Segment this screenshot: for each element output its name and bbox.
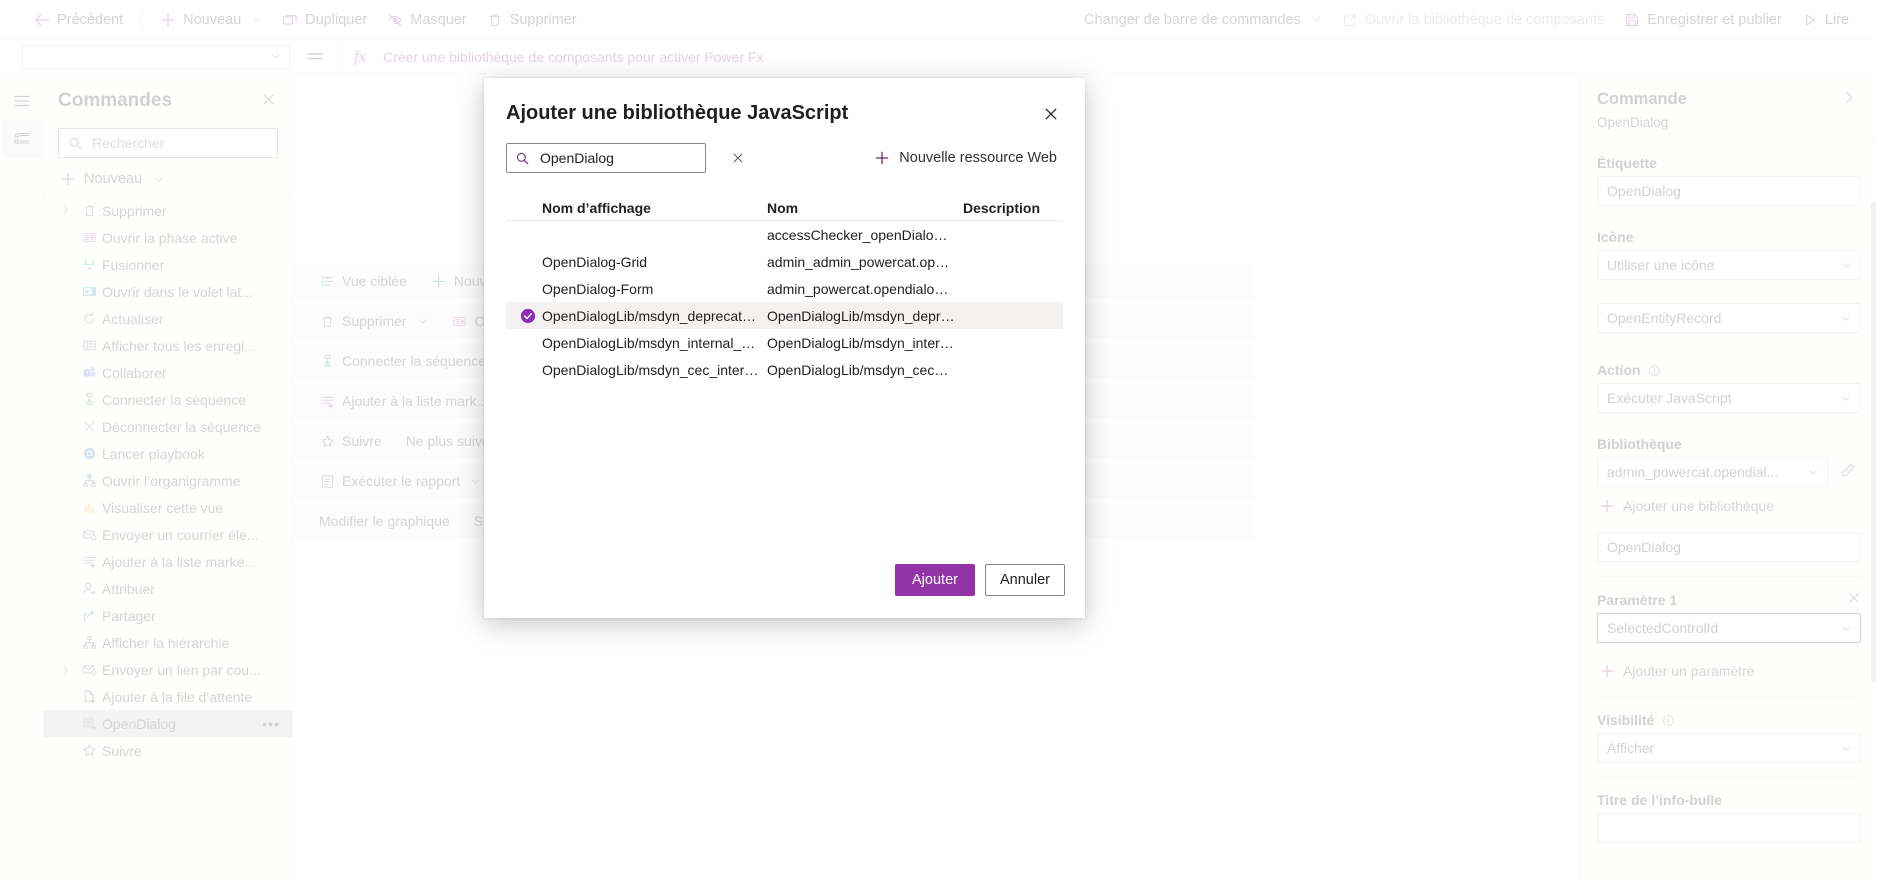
table-header-row: Nom d’affichage Nom Description [506, 195, 1063, 221]
row-selected-check-icon[interactable] [506, 308, 542, 324]
table-row[interactable]: accessChecker_openDialog.js [506, 221, 1063, 248]
cell-display-name: OpenDialogLib/msdyn_deprecated_int... [542, 307, 767, 324]
cell-name: admin_admin_powercat.opendial... [767, 253, 963, 270]
plus-icon [874, 150, 890, 166]
cell-display-name: OpenDialogLib/msdyn_internal_openD... [542, 334, 767, 351]
table-row[interactable]: OpenDialog-Form admin_powercat.opendialog… [506, 275, 1063, 302]
column-header-display-name: Nom d’affichage [542, 199, 651, 216]
cell-name: OpenDialogLib/msdyn_cec_inter... [767, 361, 963, 378]
clear-search-icon[interactable] [731, 151, 745, 165]
web-resources-table: Nom d’affichage Nom Description accessCh… [506, 195, 1063, 564]
dialog-search-input[interactable] [538, 149, 723, 167]
table-row[interactable]: OpenDialogLib/msdyn_deprecated_int... Ope… [506, 302, 1063, 329]
dialog-title: Ajouter une bibliothèque JavaScript [506, 102, 849, 124]
cell-name: OpenDialogLib/msdyn_deprecat... [767, 307, 963, 324]
dialog-search-box[interactable] [506, 143, 743, 173]
dialog-footer: Ajouter Annuler [484, 564, 1085, 618]
cancel-button[interactable]: Annuler [985, 564, 1065, 596]
cell-name: OpenDialogLib/msdyn_internal_... [767, 334, 963, 351]
table-row[interactable]: OpenDialogLib/msdyn_internal_openD...Ope… [506, 329, 1063, 356]
add-button[interactable]: Ajouter [895, 564, 975, 596]
table-body: accessChecker_openDialog.js OpenDialog-Gr… [506, 221, 1063, 383]
dialog-header: Ajouter une bibliothèque JavaScript [484, 78, 1085, 129]
cell-display-name: OpenDialogLib/msdyn_cec_internal_op... [542, 361, 767, 378]
search-icon [514, 150, 530, 166]
cell-display-name: OpenDialog-Form [542, 280, 654, 297]
column-header-description: Description [963, 199, 1041, 216]
cell-display-name: OpenDialog-Grid [542, 253, 648, 270]
column-header-name: Nom [767, 199, 799, 216]
new-web-resource-label: Nouvelle ressource Web [899, 150, 1057, 166]
cell-name: admin_powercat.opendialog.form [767, 280, 963, 297]
table-row[interactable]: OpenDialogLib/msdyn_cec_internal_op...Op… [506, 356, 1063, 383]
table-row[interactable]: OpenDialog-Grid admin_admin_powercat.open… [506, 248, 1063, 275]
dialog-toolbar: Nouvelle ressource Web [484, 129, 1085, 173]
add-javascript-library-dialog: Ajouter une bibliothèque JavaScript Nouv [484, 78, 1085, 618]
new-web-resource-button[interactable]: Nouvelle ressource Web [868, 146, 1063, 170]
close-icon[interactable] [1039, 102, 1063, 129]
cell-name: accessChecker_openDialog.js [767, 226, 956, 243]
